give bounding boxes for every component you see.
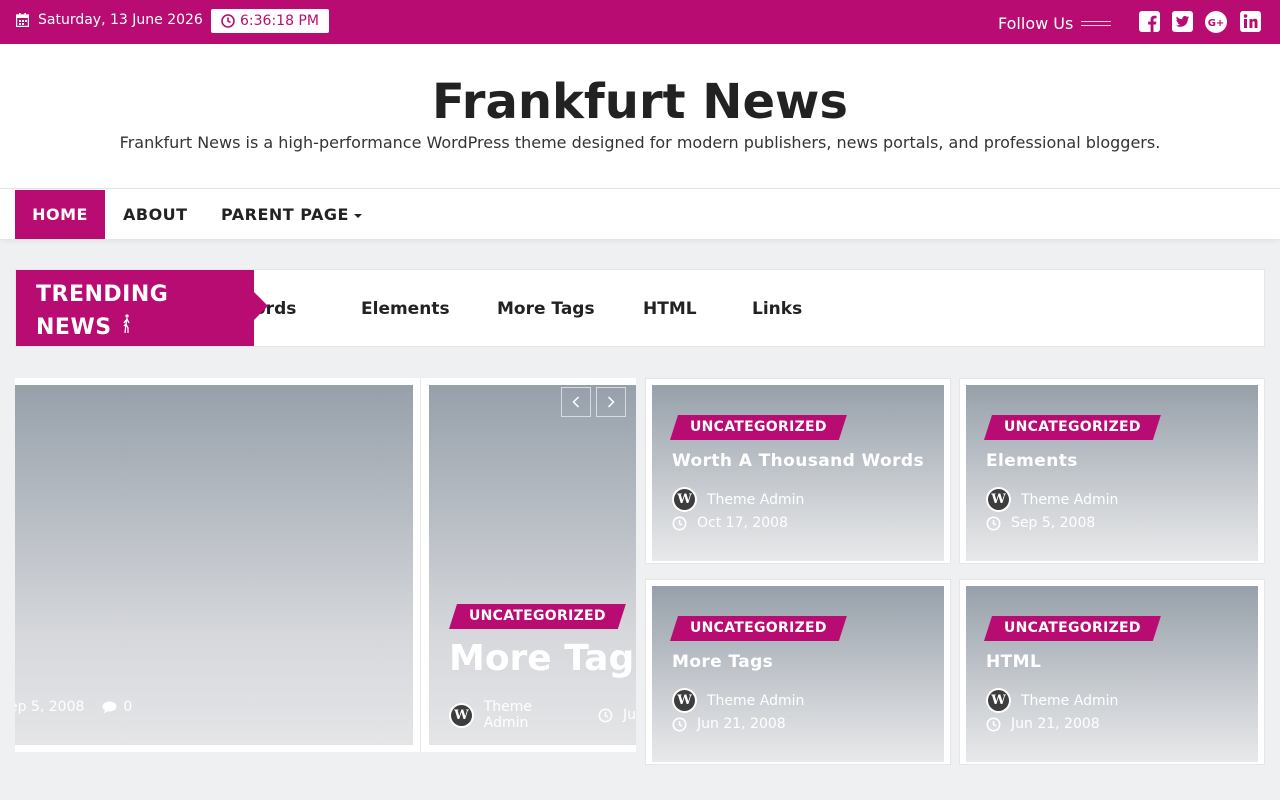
linkedin-icon[interactable] — [1240, 11, 1262, 33]
main-navigation: HOME ABOUT PARENT PAGE — [0, 188, 1280, 239]
post-author[interactable]: W Theme Admin — [672, 688, 804, 713]
trending-label: TRENDING NEWS — [16, 270, 254, 346]
comment-icon — [102, 701, 117, 713]
trending-arrow — [254, 292, 268, 320]
post-date: Sep 5, 2008 — [986, 515, 1095, 531]
category-badge[interactable]: UNCATEGORIZED — [670, 415, 847, 440]
wordpress-icon: W — [449, 702, 474, 728]
post-title[interactable]: Elements — [986, 451, 1078, 471]
slide-divider — [420, 378, 421, 752]
trending-news-bar: TRENDING NEWS ords Elements More Tags HT… — [15, 269, 1265, 347]
slide-image[interactable] — [15, 385, 413, 745]
clock-icon — [672, 516, 687, 530]
chevron-right-icon — [607, 396, 615, 408]
date-text: Jun 21, 2008 — [697, 716, 786, 732]
category-badge[interactable]: UNCATEGORIZED — [984, 616, 1161, 641]
nav-parent-page-label: PARENT PAGE — [221, 205, 349, 224]
post-author[interactable]: W Theme Admin — [986, 487, 1118, 512]
ticker-item[interactable]: Elements — [361, 299, 450, 319]
nav-parent-page[interactable]: PARENT PAGE — [221, 190, 362, 239]
site-description: Frankfurt News is a high-performance Wor… — [119, 133, 1161, 152]
clock-icon — [598, 708, 613, 722]
post-image[interactable]: UNCATEGORIZED HTML W Theme Admin Jun 21, … — [966, 586, 1258, 762]
post-image[interactable]: UNCATEGORIZED Elements W Theme Admin Sep … — [966, 385, 1258, 561]
site-header: Frankfurt News Frankfurt News is a high-… — [0, 44, 1280, 188]
post-card[interactable]: UNCATEGORIZED Elements W Theme Admin Sep … — [959, 378, 1265, 564]
date-display: Saturday, 13 June 2026 — [16, 12, 203, 28]
nav-home[interactable]: HOME — [15, 190, 105, 239]
clock-icon — [672, 717, 687, 731]
chevron-left-icon — [572, 396, 580, 408]
wordpress-icon: W — [986, 688, 1011, 713]
trending-label-line2: NEWS — [36, 315, 112, 340]
slide-date: Ju — [622, 707, 636, 723]
google-plus-icon[interactable]: G+ — [1205, 11, 1227, 33]
top-bar: Saturday, 13 June 2026 6:36:18 PM Follow… — [0, 0, 1280, 44]
date-text: Jun 21, 2008 — [1011, 716, 1100, 732]
post-card[interactable]: UNCATEGORIZED More Tags W Theme Admin Jun… — [645, 579, 951, 765]
trending-label-line1: TRENDING — [36, 282, 169, 307]
wordpress-icon: W — [672, 487, 697, 512]
date-text: Oct 17, 2008 — [697, 515, 788, 531]
nav-about-label: ABOUT — [123, 205, 188, 224]
post-card[interactable]: UNCATEGORIZED HTML W Theme Admin Jun 21, … — [959, 579, 1265, 765]
twitter-icon[interactable] — [1172, 11, 1194, 33]
slide-title[interactable]: More Tags — [449, 638, 636, 679]
caret-down-icon — [353, 213, 362, 218]
wordpress-icon: W — [672, 688, 697, 713]
slide-comment-count[interactable]: 0 — [123, 699, 132, 715]
date-text: Sep 5, 2008 — [1011, 515, 1096, 531]
ticker-item[interactable]: HTML — [643, 299, 697, 319]
site-title[interactable]: Frankfurt News — [0, 74, 1280, 130]
facebook-icon[interactable] — [1139, 11, 1161, 33]
slide-author[interactable]: Theme Admin — [484, 699, 580, 731]
post-author[interactable]: W Theme Admin — [672, 487, 804, 512]
slide-meta: W Theme Admin Ju — [449, 699, 636, 731]
clock-icon — [986, 717, 1001, 731]
current-time: 6:36:18 PM — [240, 13, 319, 29]
post-author[interactable]: W Theme Admin — [986, 688, 1118, 713]
current-date: Saturday, 13 June 2026 — [38, 12, 203, 28]
ticker-item[interactable]: More Tags — [497, 299, 595, 319]
slide-image[interactable] — [429, 385, 636, 745]
follow-divider — [1081, 21, 1111, 26]
slide-date: ep 5, 2008 — [15, 699, 85, 715]
author-name[interactable]: Theme Admin — [1021, 693, 1118, 709]
post-card[interactable]: UNCATEGORIZED Worth A Thousand Words W Th… — [645, 378, 951, 564]
category-badge[interactable]: UNCATEGORIZED — [449, 604, 626, 629]
svg-text:G+: G+ — [1208, 18, 1225, 29]
ticker-item[interactable]: Links — [752, 299, 802, 319]
nav-about[interactable]: ABOUT — [123, 190, 188, 239]
post-image[interactable]: UNCATEGORIZED More Tags W Theme Admin Jun… — [652, 586, 944, 762]
category-badge[interactable]: UNCATEGORIZED — [670, 616, 847, 641]
post-title[interactable]: HTML — [986, 652, 1041, 672]
nav-home-label: HOME — [32, 205, 88, 224]
author-name[interactable]: Theme Admin — [707, 693, 804, 709]
post-date: Jun 21, 2008 — [986, 716, 1100, 732]
wordpress-icon: W — [986, 487, 1011, 512]
author-name[interactable]: Theme Admin — [1021, 492, 1118, 508]
slider-next-button[interactable] — [596, 387, 626, 417]
time-badge: 6:36:18 PM — [211, 9, 329, 33]
clock-icon — [986, 516, 1001, 530]
post-title[interactable]: Worth A Thousand Words — [672, 451, 924, 471]
category-badge[interactable]: UNCATEGORIZED — [984, 415, 1161, 440]
clock-icon — [221, 14, 235, 28]
slide-meta: ep 5, 2008 0 — [15, 699, 132, 715]
slider-prev-button[interactable] — [561, 387, 591, 417]
follow-us-label: Follow Us — [998, 14, 1074, 33]
post-title[interactable]: More Tags — [672, 652, 773, 672]
post-date: Jun 21, 2008 — [672, 716, 786, 732]
featured-slider: ep 5, 2008 0 UNCATEGORIZED More Tags W T… — [15, 378, 636, 752]
post-image[interactable]: UNCATEGORIZED Worth A Thousand Words W Th… — [652, 385, 944, 561]
calendar-icon — [16, 13, 29, 27]
walking-icon — [123, 314, 130, 334]
author-name[interactable]: Theme Admin — [707, 492, 804, 508]
post-date: Oct 17, 2008 — [672, 515, 788, 531]
